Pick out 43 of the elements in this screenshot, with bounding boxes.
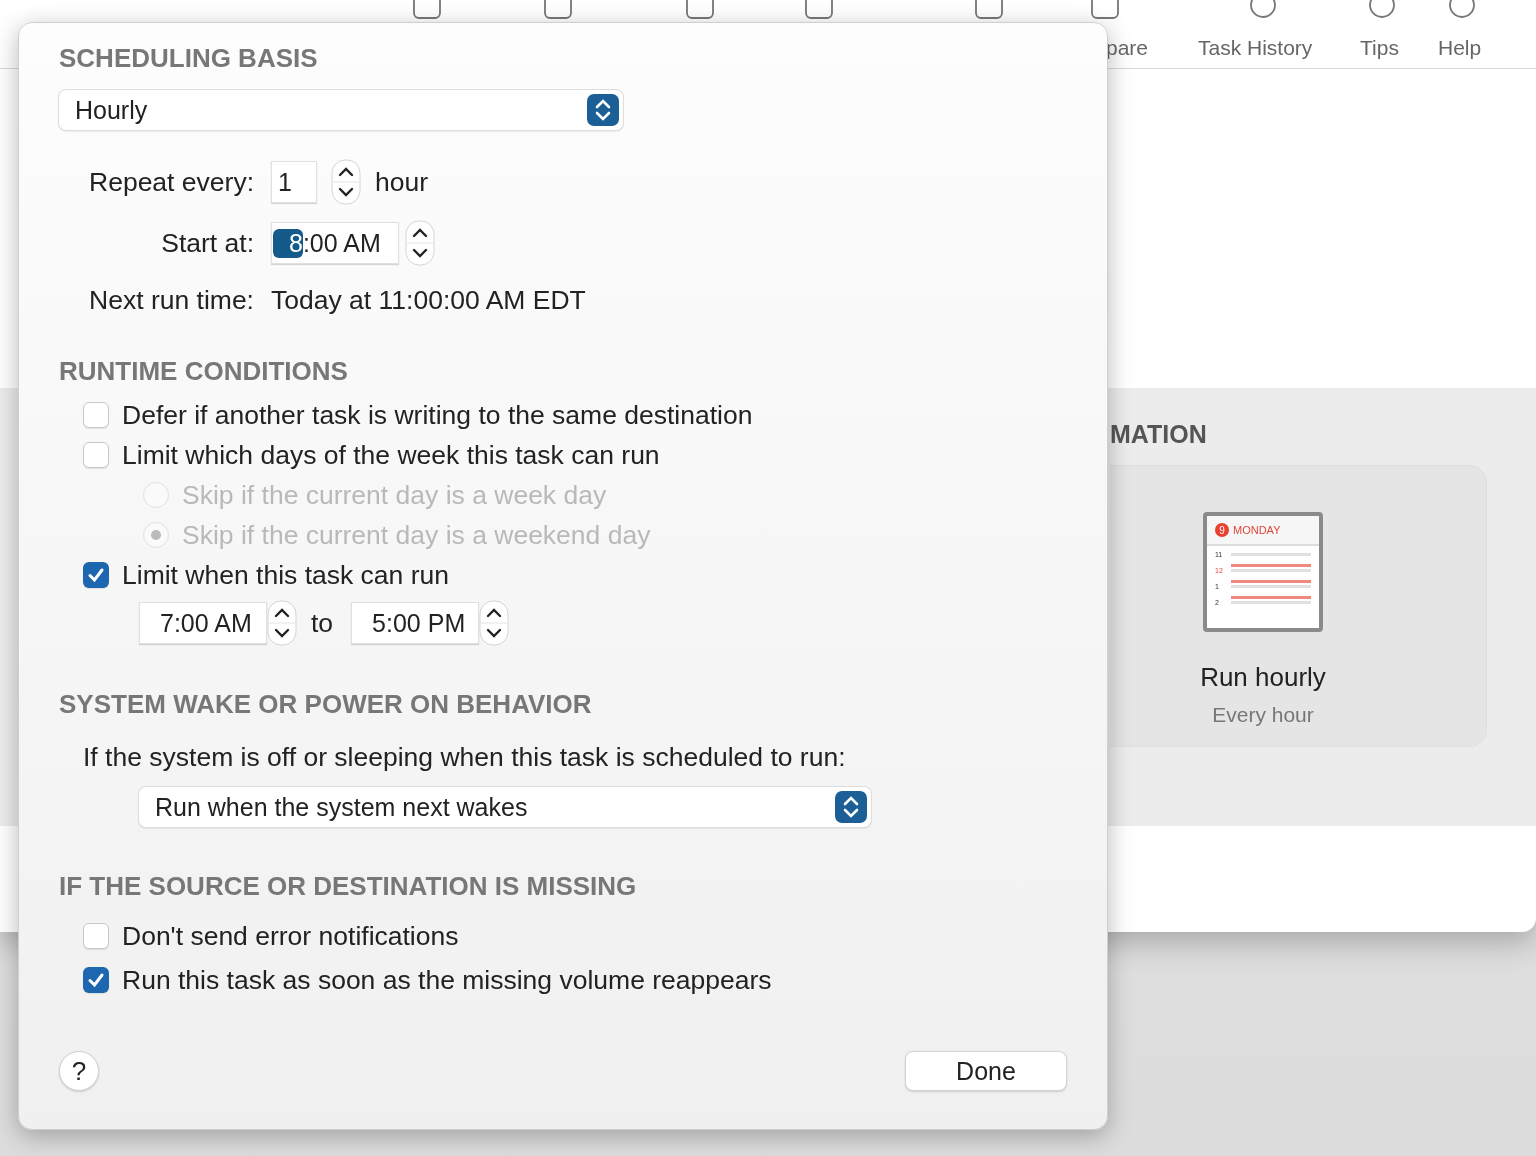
start-time-field[interactable]: 8:00 AM — [271, 222, 399, 264]
radio-label: Skip if the current day is a week day — [182, 479, 607, 511]
repeat-field[interactable]: 1 — [271, 161, 317, 203]
section-heading: SCHEDULING BASIS — [59, 43, 319, 74]
checkbox-label: Run this task as soon as the missing volume reappears — [122, 964, 772, 996]
card-subtitle: Every hour — [1212, 703, 1314, 727]
checkbox[interactable] — [83, 442, 109, 468]
toolbar-label[interactable]: Tips — [1360, 36, 1399, 60]
checkbox[interactable] — [83, 923, 109, 949]
section-heading: IF THE SOURCE OR DESTINATION IS MISSING — [59, 871, 638, 902]
checkbox-label: Limit which days of the week this task can run — [122, 439, 660, 471]
toolbar-label[interactable]: Help — [1438, 36, 1482, 60]
section-heading: RUNTIME CONDITIONS — [59, 356, 349, 387]
range-joiner: to — [311, 607, 334, 639]
field-label: Start at: — [160, 227, 254, 259]
toolbar-label[interactable]: Task History — [1198, 36, 1313, 60]
stepper[interactable] — [405, 220, 435, 266]
time-field[interactable]: 5:00 PM — [351, 602, 480, 644]
checkbox[interactable] — [83, 562, 109, 588]
checkbox-label: Don't send error notifications — [122, 920, 459, 952]
time-field[interactable]: 7:00 AM — [139, 602, 267, 644]
field-label: Repeat every: — [88, 166, 254, 198]
checkbox-label: Defer if another task is writing to the same destination — [122, 399, 753, 431]
checkbox-label: Limit when this task can run — [122, 559, 449, 591]
stepper[interactable] — [479, 600, 510, 646]
basis-select[interactable]: Hourly — [59, 90, 623, 130]
section-heading: SYSTEM WAKE OR POWER ON BEHAVIOR — [59, 689, 593, 720]
radio-label: Skip if the current day is a weekend day — [182, 519, 651, 551]
stepper[interactable] — [267, 600, 297, 646]
field-label: Next run time: — [88, 284, 254, 316]
checkbox[interactable] — [83, 967, 109, 993]
wake-select[interactable]: Run when the system next wakes — [139, 787, 871, 827]
done-button[interactable]: Done — [905, 1051, 1067, 1091]
help-button[interactable]: ? — [59, 1051, 99, 1091]
popup-arrows-icon — [587, 94, 619, 126]
popup-arrows-icon — [835, 791, 867, 823]
stepper[interactable] — [331, 159, 361, 205]
section-heading: MATION — [1110, 420, 1208, 449]
unit-label: hour — [375, 166, 429, 198]
description-text: If the system is off or sleeping when this task is scheduled to run: — [83, 742, 847, 773]
card-title: Run hourly — [1200, 662, 1326, 693]
checkbox[interactable] — [83, 402, 109, 428]
next-run-value: Today at 11:00:00 AM EDT — [271, 284, 586, 316]
